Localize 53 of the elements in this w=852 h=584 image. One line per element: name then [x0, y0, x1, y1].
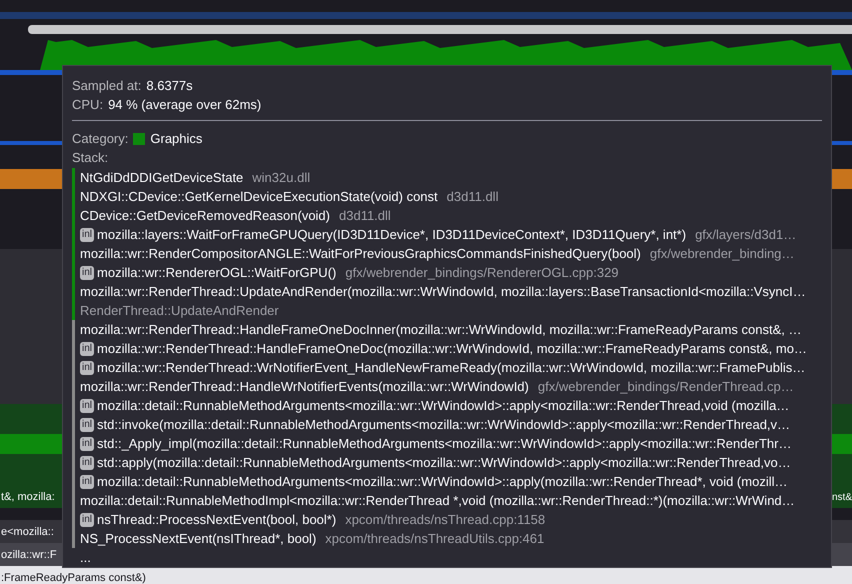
frame-origin: win32u.dll: [252, 170, 310, 185]
frame-origin: d3d11.dll: [446, 189, 498, 204]
inline-badge: inl: [80, 418, 94, 432]
frame-origin: gfx/layers/d3d1…: [695, 227, 796, 242]
frame-origin: xpcom/threads/nsThreadUtils.cpp:461: [325, 531, 544, 546]
function-name: mozilla::detail::RunnableMethodArguments<mozilla::wr::WrWindowId>::apply(mozilla::wr::RenderThread*, void (mozill…: [97, 474, 788, 489]
inline-badge: inl: [80, 398, 94, 412]
inline-badge: inl: [80, 266, 94, 280]
function-name: std::invoke(mozilla::detail::RunnableMethodArguments<mozilla::wr::WrWindowId>::apply<mozilla::wr::RenderThread,v…: [97, 417, 790, 432]
flame-label: ozilla::wr::F: [0, 548, 57, 560]
inline-badge: inl: [80, 512, 94, 526]
sampled-label: Sampled at:: [72, 78, 142, 93]
function-name: mozilla::wr::RenderThread::UpdateAndRender(mozilla::wr::WrWindowId, mozilla::layers::BaseTransactionId<mozilla::VsyncI…: [80, 284, 806, 299]
function-name: mozilla::detail::RunnableMethodArguments<mozilla::wr::WrWindowId>::apply<mozilla::wr::RenderThread,void (mozilla…: [97, 398, 790, 413]
frame-label: RenderThread::UpdateAndRender: [80, 303, 279, 318]
function-name: mozilla::wr::RendererOGL::WaitForGPU(): [97, 265, 336, 280]
inline-badge: inl: [80, 436, 94, 450]
cpu-label: CPU:: [72, 97, 104, 112]
more-frames: ...: [72, 548, 821, 567]
cpu-value: 94 % (average over 62ms): [108, 97, 262, 112]
flame-label: :FrameReadyParams const&): [0, 572, 146, 584]
category-value: Graphics: [150, 131, 202, 146]
frame-origin: gfx/webrender_binding…: [650, 246, 794, 261]
function-name: mozilla::wr::RenderCompositorANGLE::WaitForPreviousGraphicsCommandsFinishedQuery(bool): [80, 246, 641, 261]
category-label: Category:: [72, 131, 128, 146]
function-name: mozilla::wr::RenderThread::HandleWrNotifierEvents(mozilla::wr::WrWindowId): [80, 379, 529, 394]
function-name: NS_ProcessNextEvent(nsIThread*, bool): [80, 531, 316, 546]
function-name: nsThread::ProcessNextEvent(bool, bool*): [97, 512, 336, 527]
function-name: NtGdiDdDDIGetDeviceState: [80, 170, 244, 185]
function-name: mozilla::wr::RenderThread::WrNotifierEvent_HandleNewFrameReady(mozilla::wr::WrWindowId, mozilla::wr::FramePublis…: [97, 360, 806, 375]
function-name: mozilla::layers::WaitForFrameGPUQuery(ID3D11Device*, ID3D11DeviceContext*, ID3D11Query*, int*): [97, 227, 686, 242]
function-name: std::_Apply_impl(mozilla::detail::RunnableMethodArguments<mozilla::wr::WrWindowId>::apply<mozilla::wr::RenderThr…: [97, 436, 792, 451]
flame-label: nst&: [832, 492, 852, 502]
inline-badge: inl: [80, 228, 94, 242]
function-name: mozilla::wr::RenderThread::HandleFrameOneDocInner(mozilla::wr::WrWindowId, mozilla::wr::FrameReadyParams const&, …: [80, 322, 802, 337]
function-name: mozilla::wr::RenderThread::HandleFrameOneDoc(mozilla::wr::WrWindowId, mozilla::wr::FrameReadyParams const&, mo…: [97, 341, 807, 356]
frame-origin: xpcom/threads/nsThread.cpp:1158: [345, 512, 546, 527]
inline-badge: inl: [80, 342, 94, 356]
frame-origin: d3d11.dll: [339, 208, 391, 223]
flame-label: e<mozilla::: [0, 526, 54, 538]
sampled-value: 8.6377s: [146, 78, 193, 93]
stack-label: Stack:: [72, 150, 108, 165]
function-name: mozilla::detail::RunnableMethodImpl<mozilla::wr::RenderThread *,void (mozilla::wr::RenderThread::*)(mozilla::wr::WrWind…: [80, 493, 795, 508]
inline-badge: inl: [80, 360, 94, 374]
function-name: std::apply(mozilla::detail::RunnableMethodArguments<mozilla::wr::WrWindowId>::apply<mozilla::wr::RenderThread,vo…: [97, 455, 791, 470]
frame-origin: gfx/webrender_bindings/RenderThread.cp…: [538, 379, 794, 394]
function-name: NDXGI::CDevice::GetKernelDeviceExecutionState(void) const: [80, 189, 438, 204]
function-name: CDevice::GetDeviceRemovedReason(void): [80, 208, 330, 223]
frame-origin: gfx/webrender_bindings/RendererOGL.cpp:329: [345, 265, 619, 280]
flame-label: t&, mozilla:: [0, 491, 55, 503]
timeline-track[interactable]: [28, 24, 852, 34]
inline-badge: inl: [80, 456, 94, 470]
inline-badge: inl: [80, 474, 94, 488]
